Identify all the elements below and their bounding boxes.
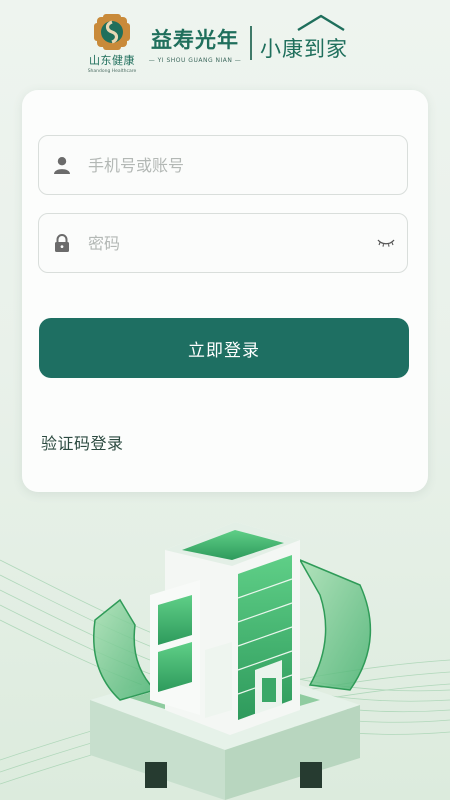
account-field[interactable] — [38, 135, 408, 195]
login-button[interactable]: 立即登录 — [39, 318, 409, 378]
yishou-guangnian-name-en: — YI SHOU GUANG NIAN — — [148, 57, 242, 64]
xiaokang-daojia-logo: 小康到家 — [258, 14, 362, 62]
login-card: 立即登录 验证码登录 — [22, 90, 428, 492]
account-input[interactable] — [88, 145, 358, 185]
xiaokang-daojia-name: 小康到家 — [260, 37, 348, 61]
brand-header: 山东健康 Shandong Healthcare 益寿光年 — YI SHOU … — [0, 0, 450, 88]
password-field[interactable] — [38, 213, 408, 273]
eye-closed-icon[interactable] — [377, 236, 395, 250]
yishou-guangnian-name: 益寿光年 — [151, 28, 239, 52]
shandong-health-name-en: Shandong Healthcare — [87, 69, 137, 74]
shandong-health-emblem — [94, 14, 130, 50]
password-input[interactable] — [88, 223, 358, 263]
building-body — [150, 522, 300, 735]
shandong-health-logo: 山东健康 Shandong Healthcare — [86, 14, 138, 74]
house-roof-icon — [297, 14, 345, 32]
user-icon — [52, 155, 72, 175]
yishou-guangnian-logo: 益寿光年 — YI SHOU GUANG NIAN — — [145, 24, 245, 64]
glass-ring-left — [93, 598, 157, 701]
glass-ring-right — [298, 558, 372, 691]
lock-icon — [52, 233, 72, 253]
shandong-health-name: 山东健康 — [89, 54, 135, 67]
brand-divider — [250, 26, 252, 60]
sms-code-login-link[interactable]: 验证码登录 — [41, 430, 124, 454]
building-illustration — [0, 522, 450, 800]
